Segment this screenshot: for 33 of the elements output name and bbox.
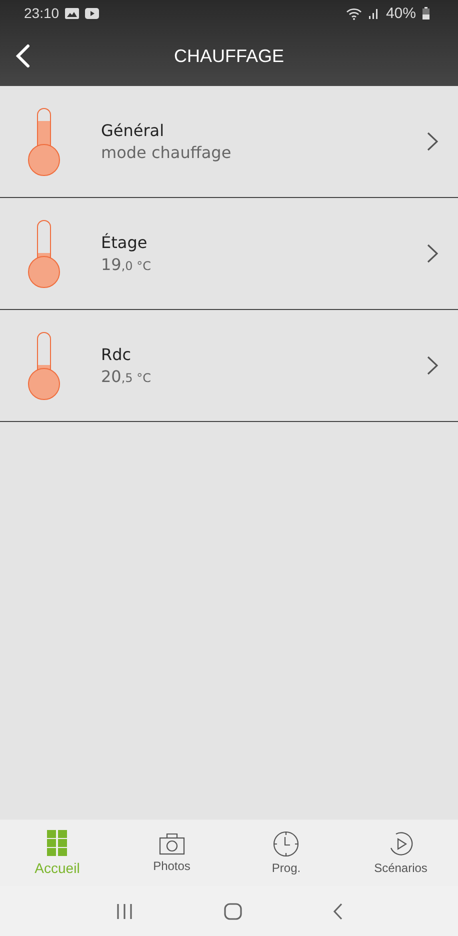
- thermometer-bulb: [28, 368, 60, 400]
- zone-row[interactable]: Étage 19,0 °C: [0, 198, 458, 310]
- back-icon[interactable]: [332, 902, 342, 920]
- zone-mode: mode chauffage: [101, 143, 232, 162]
- chevron-right-icon: [427, 244, 438, 263]
- tab-button[interactable]: Scénarios: [344, 820, 458, 886]
- zone-name: Rdc: [101, 345, 132, 364]
- battery-icon: [422, 6, 430, 20]
- zone-name: Étage: [101, 233, 148, 252]
- chevron-right-icon: [427, 132, 438, 151]
- grid-icon: [47, 830, 68, 856]
- camera-icon: [158, 833, 185, 855]
- wifi-icon: [346, 6, 362, 20]
- status-time: 23:10: [24, 5, 60, 21]
- zone-row[interactable]: Général mode chauffage: [0, 86, 458, 198]
- gallery-icon: [65, 8, 80, 18]
- thermometer-bulb: [28, 144, 60, 176]
- screen-title: CHAUFFAGE: [174, 46, 284, 66]
- play-icon: [388, 831, 414, 857]
- zone-temperature: 19,0 °C: [101, 255, 152, 274]
- recent-apps-icon[interactable]: [116, 904, 132, 918]
- zone-row[interactable]: Rdc 20,5 °C: [0, 310, 458, 422]
- chevron-right-icon: [427, 356, 438, 375]
- tab-button[interactable]: Prog.: [229, 820, 344, 886]
- zone-temperature: 20,5 °C: [101, 367, 152, 386]
- zone-name: Général: [101, 121, 166, 140]
- signal-icon: [368, 7, 380, 19]
- home-icon[interactable]: [224, 902, 242, 920]
- video-icon: [85, 8, 100, 18]
- thermometer-bulb: [28, 256, 60, 288]
- clock-icon: [273, 831, 300, 857]
- tab-button[interactable]: Photos: [114, 820, 229, 886]
- battery-percent: 40%: [386, 4, 416, 22]
